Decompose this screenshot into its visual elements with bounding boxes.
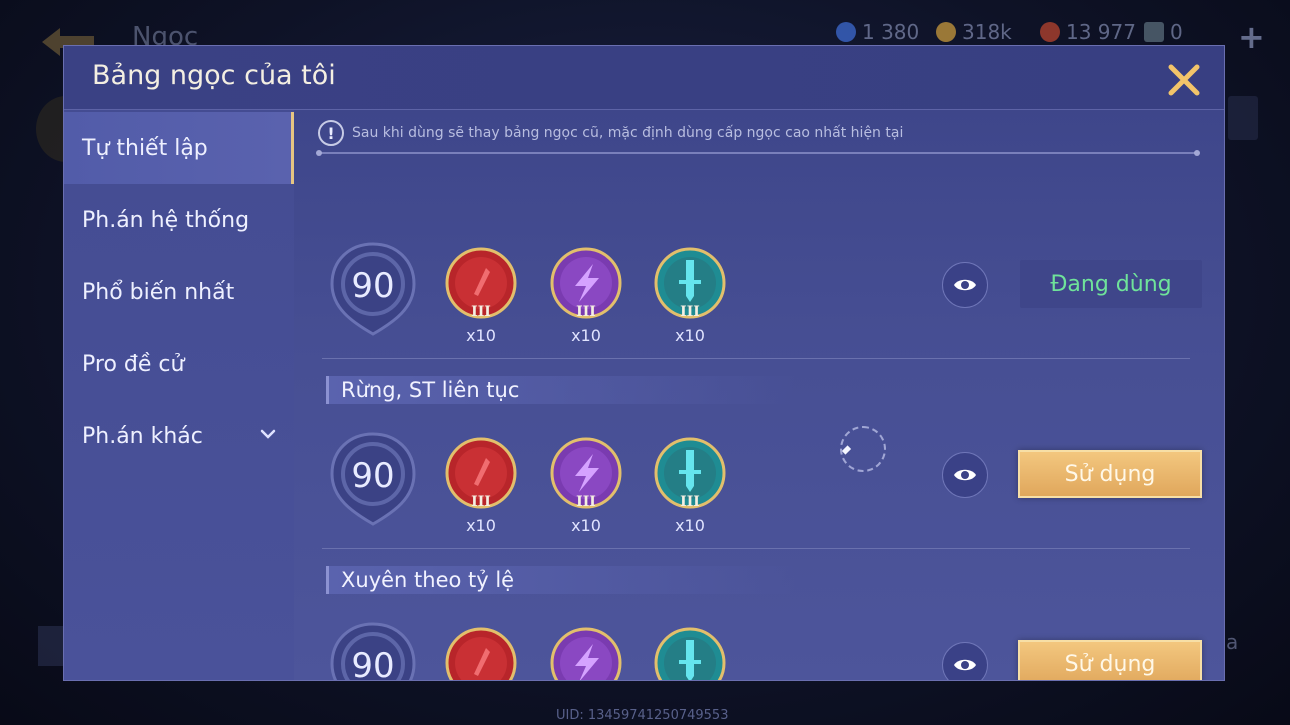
in-use-status: Đang dùng [1020,260,1202,308]
notice: ! Sau khi dùng sẽ thay bảng ngọc cũ, mặc… [318,120,903,146]
use-button[interactable]: Sử dụng [1018,640,1202,680]
background-panel-left [38,626,66,666]
divider [322,548,1190,549]
svg-text:III: III [576,494,596,510]
preview-button[interactable] [942,642,988,680]
use-button[interactable]: Sử dụng [1018,450,1202,498]
svg-text:III: III [680,494,700,510]
level-value: 90 [351,266,395,306]
row-title: Rừng, ST liên tục [326,376,796,404]
currency-gems: 1 380 [836,20,919,44]
divider [316,150,1200,156]
eye-icon [954,469,976,481]
currency-rubies-value: 13 977 [1066,20,1136,44]
svg-text:III: III [576,304,596,320]
purple-magic-gem-icon[interactable]: III [549,246,623,320]
background-panel [1228,96,1258,140]
level-value: 90 [351,456,395,496]
gem-count: x10 [571,326,601,345]
currency-gems-value: 1 380 [862,20,920,44]
ruby-icon [1040,22,1060,42]
red-attack-gem-icon[interactable]: III [444,246,518,320]
background-header: Ngọc 1 380 318k 13 977 0 + [0,0,1290,56]
currency-tickets: 0 [1144,20,1183,44]
sidebar-item-label: Ph.án khác [82,423,203,449]
rune-row: 90 III x10 III x10 III x10 [294,620,1224,681]
currency-rubies: 13 977 [1040,20,1136,44]
gem-count: x10 [466,326,496,345]
divider [322,358,1190,359]
plus-icon[interactable]: + [1238,18,1265,56]
preview-button[interactable] [942,262,988,308]
modal-header: Bảng ngọc của tôi [64,46,1224,110]
purple-magic-gem-icon[interactable]: III [549,436,623,510]
rune-board-modal: Bảng ngọc của tôi Tự thiết lập Ph.án hệ … [63,45,1225,681]
sidebar-item-label: Pro đề cử [82,351,185,377]
currency-tickets-value: 0 [1170,20,1183,44]
teal-defense-gem-icon[interactable]: III [653,246,727,320]
preview-button[interactable] [942,452,988,498]
teal-defense-gem-icon[interactable]: III [653,436,727,510]
coin-icon [936,22,956,42]
uid-label: UID: 13459741250749553 [556,708,729,723]
red-attack-gem-icon[interactable]: III [444,436,518,510]
sidebar-item-other-plans[interactable]: Ph.án khác [64,400,294,472]
purple-magic-gem-icon[interactable]: III [549,626,623,681]
svg-text:III: III [471,494,491,510]
teal-defense-gem-icon[interactable]: III [653,626,727,681]
chevron-down-icon [260,429,276,439]
svg-text:III: III [471,304,491,320]
row-title: Xuyên theo tỷ lệ [326,566,796,594]
notice-text: Sau khi dùng sẽ thay bảng ngọc cũ, mặc đ… [352,125,904,141]
exclamation-icon: ! [318,120,344,146]
eye-icon [954,279,976,291]
sidebar: Tự thiết lập Ph.án hệ thống Phổ biến nhấ… [64,110,294,680]
ticket-icon [1144,22,1164,42]
level-value: 90 [351,646,395,681]
gem-count: x10 [571,516,601,535]
background-text: a [1226,630,1239,654]
currency-coins-value: 318k [962,20,1012,44]
currency-coins: 318k [936,20,1012,44]
gem-count: x10 [675,516,705,535]
gem-icon [836,22,856,42]
gem-count: x10 [675,326,705,345]
sidebar-item-system-plan[interactable]: Ph.án hệ thống [64,184,294,256]
sidebar-item-most-popular[interactable]: Phổ biến nhất [64,256,294,328]
sidebar-item-label: Tự thiết lập [82,135,208,161]
rune-list: ! Sau khi dùng sẽ thay bảng ngọc cũ, mặc… [294,110,1224,681]
eye-icon [954,659,976,671]
loading-spinner-icon [840,426,886,472]
sidebar-item-label: Phổ biến nhất [82,279,235,305]
rune-row: 90 III x10 III x10 III x10 [294,430,1224,560]
close-icon[interactable] [1166,62,1202,98]
sidebar-item-label: Ph.án hệ thống [82,207,250,233]
modal-title: Bảng ngọc của tôi [92,60,336,91]
red-attack-gem-icon[interactable]: III [444,626,518,681]
rune-row: 90 III x10 III x10 III x10 [294,240,1224,370]
gem-count: x10 [466,516,496,535]
sidebar-item-custom[interactable]: Tự thiết lập [64,112,294,184]
svg-text:III: III [680,304,700,320]
sidebar-item-pro-recommended[interactable]: Pro đề cử [64,328,294,400]
